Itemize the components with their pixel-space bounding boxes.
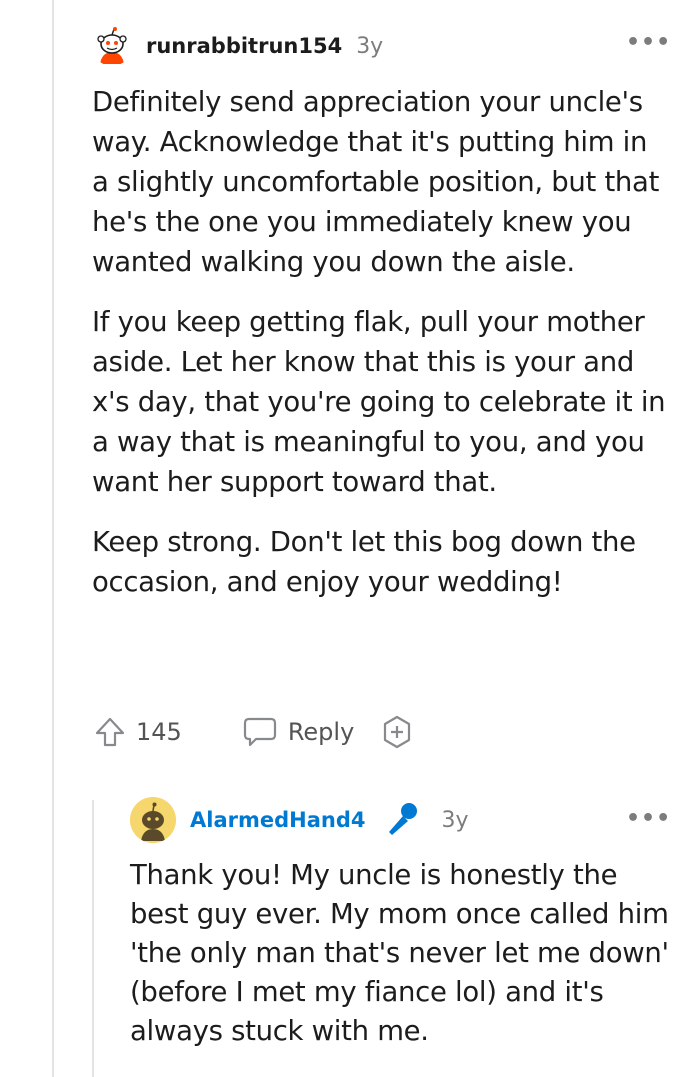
comment-header: runrabbitrun154 3y xyxy=(92,26,383,66)
award-icon xyxy=(384,715,411,749)
reply-icon xyxy=(243,717,276,747)
comment-paragraph-1: Definitely send appreciation your uncle'… xyxy=(92,86,660,278)
comment-username[interactable]: runrabbitrun154 xyxy=(146,34,342,58)
reply-timestamp: 3y xyxy=(441,807,469,833)
reply-body: Thank you! My uncle is honestly the best… xyxy=(130,856,670,1071)
comment-more-options-button[interactable]: ••• xyxy=(626,30,671,55)
comment-actions: 145 Reply xyxy=(92,712,414,752)
reply-paragraph-1: Thank you! My uncle is honestly the best… xyxy=(130,859,669,1047)
comment-paragraph-2: If you keep getting flak, pull your moth… xyxy=(92,306,666,498)
reply-header: AlarmedHand4 3y xyxy=(130,797,469,843)
reply-more-options-button[interactable]: ••• xyxy=(626,806,671,831)
snoo-avatar-icon xyxy=(93,27,131,65)
comment: runrabbitrun154 3y ••• Definitely send a… xyxy=(0,0,700,780)
reply-user-avatar[interactable] xyxy=(130,797,176,843)
reply-comment: AlarmedHand4 3y ••• Thank you! My uncle … xyxy=(0,790,700,1077)
reply-label: Reply xyxy=(287,718,355,746)
microphone-icon xyxy=(381,800,421,840)
reply-button[interactable]: Reply xyxy=(242,715,354,749)
comment-body: Definitely send appreciation your uncle'… xyxy=(92,82,672,622)
reply-username[interactable]: AlarmedHand4 xyxy=(190,808,365,832)
snoo-avatar-icon xyxy=(130,797,176,843)
comment-timestamp: 3y xyxy=(356,33,384,59)
award-button[interactable] xyxy=(380,715,414,749)
upvote-icon[interactable] xyxy=(92,714,128,750)
user-avatar[interactable] xyxy=(92,26,132,66)
comment-paragraph-3: Keep strong. Don't let this bog down the… xyxy=(92,526,636,598)
upvote-count: 145 xyxy=(136,718,182,746)
